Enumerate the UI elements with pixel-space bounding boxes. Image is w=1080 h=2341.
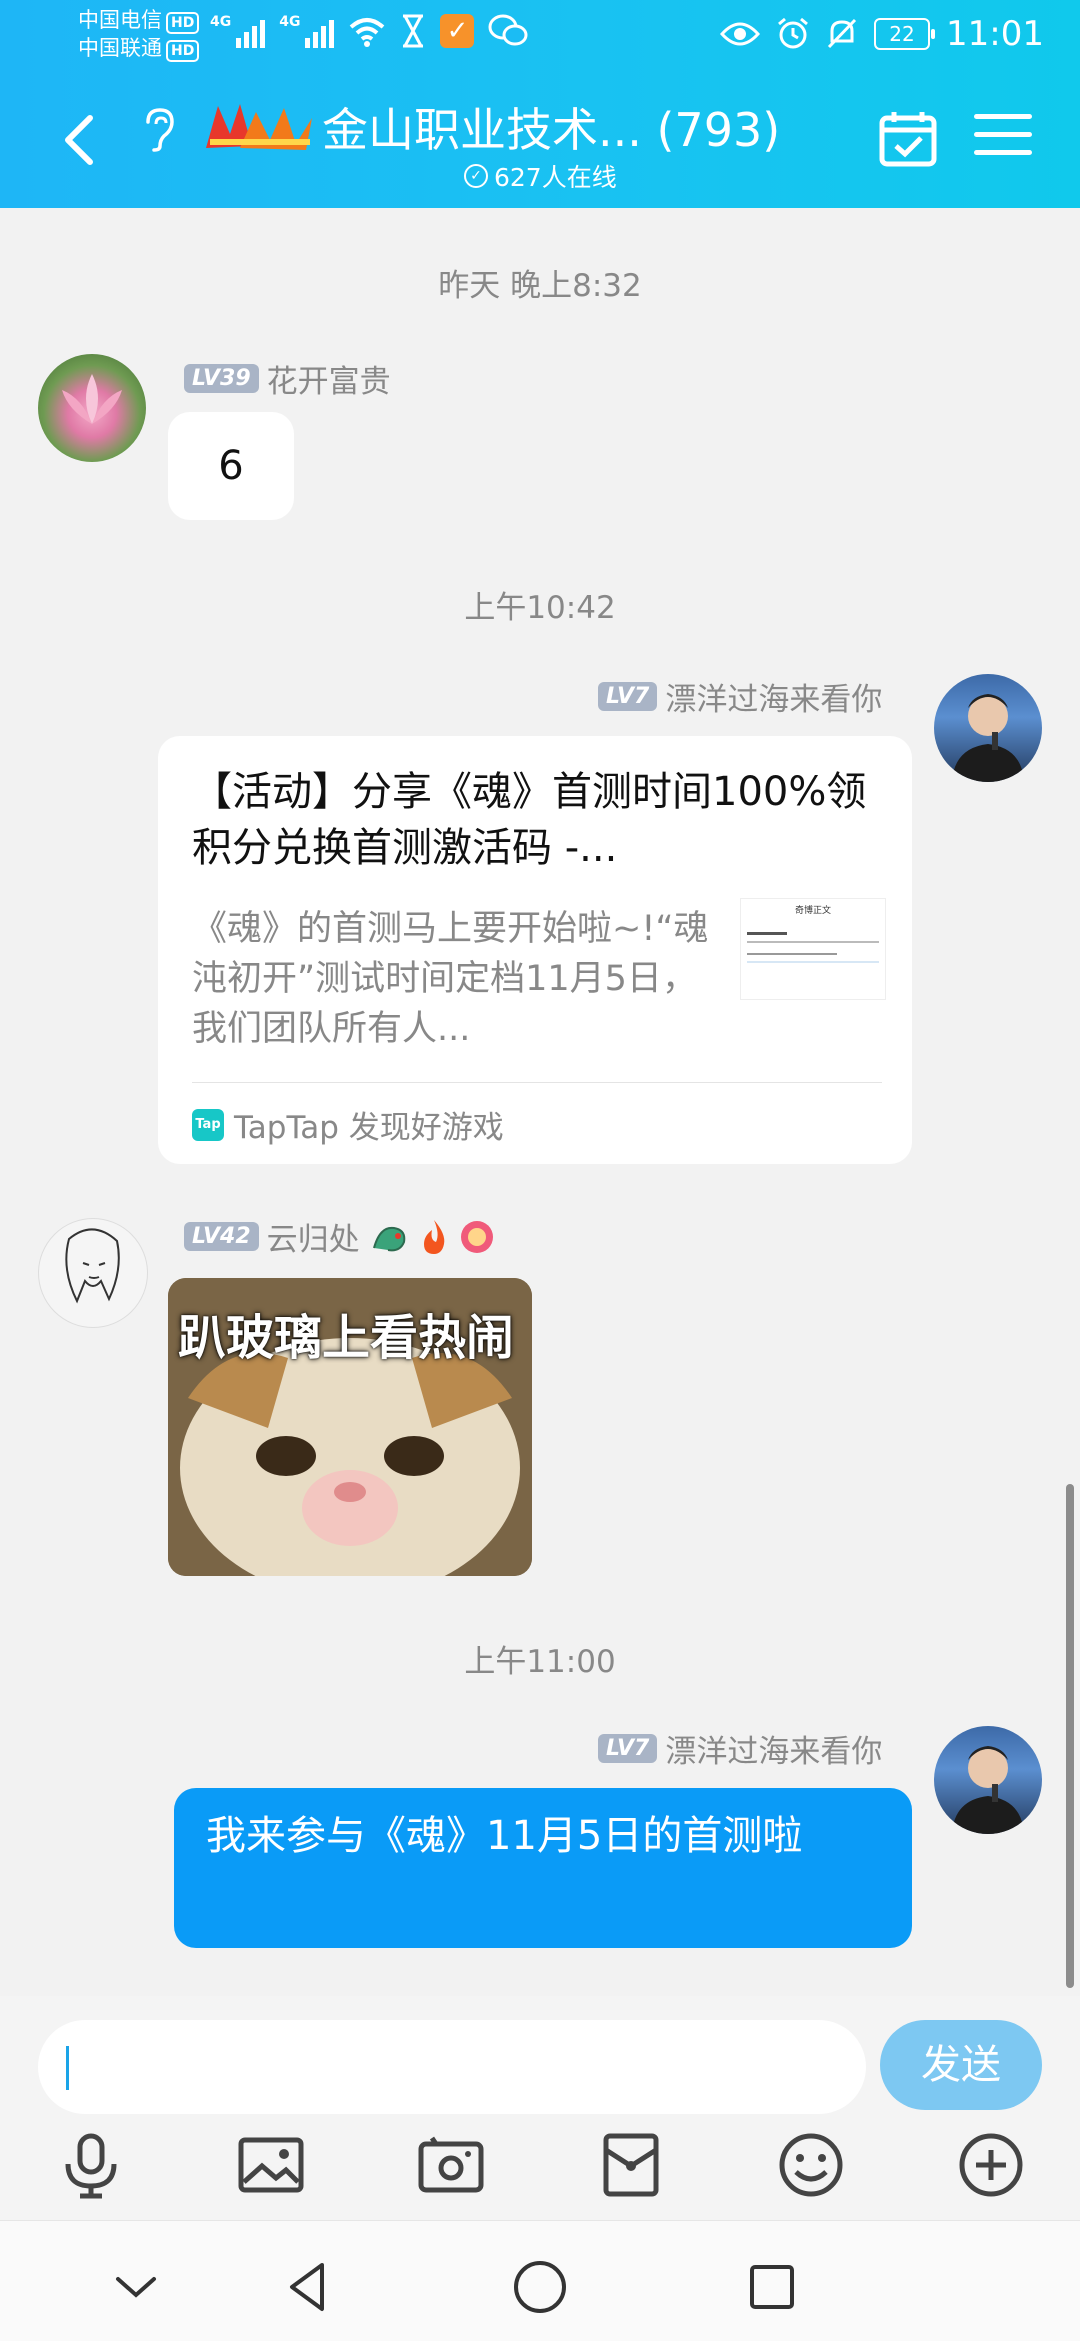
- badge-icons: [370, 1218, 496, 1256]
- message-text: 6: [218, 443, 244, 489]
- hd-badge: HD: [166, 40, 200, 62]
- online-count: ✓ 627人在线: [464, 158, 617, 194]
- status-right-icons: 22 11:01: [720, 14, 1044, 54]
- battery-indicator: 22: [874, 18, 936, 50]
- singer-avatar-icon: [952, 694, 1024, 782]
- chat-messages[interactable]: 昨天 晚上8:32 LV39 花开富贵 6 上午10:42 LV7 漂洋过海来看…: [0, 208, 1080, 1996]
- chat-header: 中国电信 HD 中国联通 HD 4G 4G ✓ 22 11:01 金山职业技术.…: [0, 0, 1080, 208]
- link-card-source: Tap TapTap 发现好游戏: [192, 1102, 504, 1147]
- message-text: 我来参与《魂》11月5日的首测啦: [206, 1813, 803, 1859]
- status-bar: 中国电信 HD 中国联通 HD 4G 4G ✓ 22 11:01: [0, 0, 1080, 70]
- back-arrow-icon[interactable]: [52, 110, 112, 170]
- nav-bar: 金山职业技术... (793) ✓ 627人在线: [0, 70, 1080, 208]
- online-count-text: 627人在线: [494, 163, 617, 192]
- avatar[interactable]: [934, 1726, 1042, 1834]
- scrollbar[interactable]: [1066, 1484, 1074, 1988]
- network-type: 4G: [210, 14, 232, 30]
- singer-avatar-icon: [952, 1746, 1024, 1834]
- message-bubble[interactable]: 我来参与《魂》11月5日的首测啦: [174, 1788, 912, 1948]
- sender-info: LV39 花开富贵: [184, 356, 391, 401]
- status-left-icons: 4G 4G ✓: [210, 14, 528, 48]
- avatar[interactable]: [934, 674, 1042, 782]
- link-card-source-text: TapTap 发现好游戏: [234, 1110, 504, 1146]
- signal-icon: 4G: [210, 14, 266, 48]
- image-icon[interactable]: [236, 2130, 306, 2200]
- eye-icon: [720, 22, 761, 46]
- group-logo-icon: [206, 104, 312, 150]
- hd-badge: HD: [166, 12, 200, 34]
- sticker-image[interactable]: 趴玻璃上看热闹: [168, 1278, 532, 1576]
- microphone-icon[interactable]: [56, 2130, 126, 2200]
- mute-icon: [827, 18, 857, 49]
- fire-badge-icon: [423, 1219, 444, 1254]
- group-title[interactable]: 金山职业技术... (793): [322, 94, 780, 160]
- thumbnail-text: 奇博正文: [794, 906, 831, 916]
- status-time: 11:01: [946, 14, 1044, 54]
- timestamp: 上午10:42: [464, 590, 616, 626]
- text-caret: [66, 2046, 69, 2090]
- link-card-description: 《魂》的首测马上要开始啦~!“魂沌初开”测试时间定档11月5日，我们团队所有人.…: [192, 909, 709, 1049]
- timestamp: 昨天 晚上8:32: [438, 268, 642, 304]
- sender-name[interactable]: 漂洋过海来看你: [665, 1726, 882, 1771]
- wechat-icon: [488, 14, 528, 46]
- network-type: 4G: [279, 14, 301, 30]
- emoji-icon[interactable]: [776, 2130, 846, 2200]
- avatar[interactable]: [38, 1218, 148, 1328]
- task-app-icon: ✓: [440, 14, 475, 48]
- anime-avatar-icon: [65, 1228, 120, 1304]
- level-badge: LV7: [598, 1734, 658, 1763]
- recents-square-icon[interactable]: [742, 2257, 802, 2317]
- message-input[interactable]: [38, 2020, 866, 2114]
- flower-badge-icon: [460, 1220, 493, 1253]
- red-packet-icon[interactable]: [596, 2130, 666, 2200]
- carrier-info: 中国电信 HD 中国联通 HD: [78, 6, 200, 62]
- camera-icon[interactable]: [416, 2130, 486, 2200]
- plus-icon[interactable]: [956, 2130, 1026, 2200]
- alarm-icon: [778, 17, 808, 49]
- taptap-icon: Tap: [192, 1108, 224, 1141]
- ear-icon[interactable]: [140, 106, 176, 162]
- calendar-checkin-icon[interactable]: [878, 108, 938, 168]
- level-badge: LV7: [598, 682, 658, 711]
- back-triangle-icon[interactable]: [278, 2257, 338, 2317]
- carrier-1: 中国电信: [78, 8, 162, 32]
- link-card-thumbnail: 奇博正文: [740, 898, 886, 1000]
- sender-info: LV7 漂洋过海来看你: [598, 674, 882, 719]
- sender-name[interactable]: 花开富贵: [267, 356, 391, 401]
- input-toolbar: [0, 2130, 1080, 2220]
- sender-info: LV42 云归处: [184, 1214, 496, 1259]
- level-badge: LV42: [184, 1222, 259, 1251]
- online-check-icon: ✓: [464, 164, 488, 188]
- carrier-2: 中国联通: [78, 36, 162, 60]
- link-card[interactable]: 【活动】分享《魂》首测时间100%领积分兑换首测激活码 -... 《魂》的首测马…: [158, 736, 912, 1164]
- signal-icon: 4G: [279, 14, 335, 48]
- sender-name[interactable]: 漂洋过海来看你: [665, 674, 882, 719]
- message-bubble[interactable]: 6: [168, 412, 294, 520]
- hide-keyboard-icon[interactable]: [106, 2257, 166, 2317]
- avatar[interactable]: [38, 354, 146, 462]
- send-button[interactable]: 发送: [880, 2020, 1042, 2110]
- sticker-caption: 趴玻璃上看热闹: [178, 1310, 515, 1366]
- menu-icon[interactable]: [974, 114, 1032, 160]
- system-navigation-bar: [0, 2220, 1080, 2341]
- timestamp: 上午11:00: [464, 1644, 616, 1680]
- sender-name[interactable]: 云归处: [267, 1214, 360, 1259]
- wifi-icon: [350, 18, 385, 47]
- lotus-avatar-icon: [62, 374, 122, 424]
- input-area: 发送: [0, 1996, 1080, 2220]
- dragon-badge-icon: [372, 1226, 405, 1251]
- home-circle-icon[interactable]: [510, 2257, 570, 2317]
- level-badge: LV39: [184, 364, 259, 393]
- sender-info: LV7 漂洋过海来看你: [598, 1726, 882, 1771]
- divider: [192, 1082, 882, 1083]
- link-card-title: 【活动】分享《魂》首测时间100%领积分兑换首测激活码 -...: [192, 769, 867, 871]
- hourglass-icon: [403, 14, 424, 48]
